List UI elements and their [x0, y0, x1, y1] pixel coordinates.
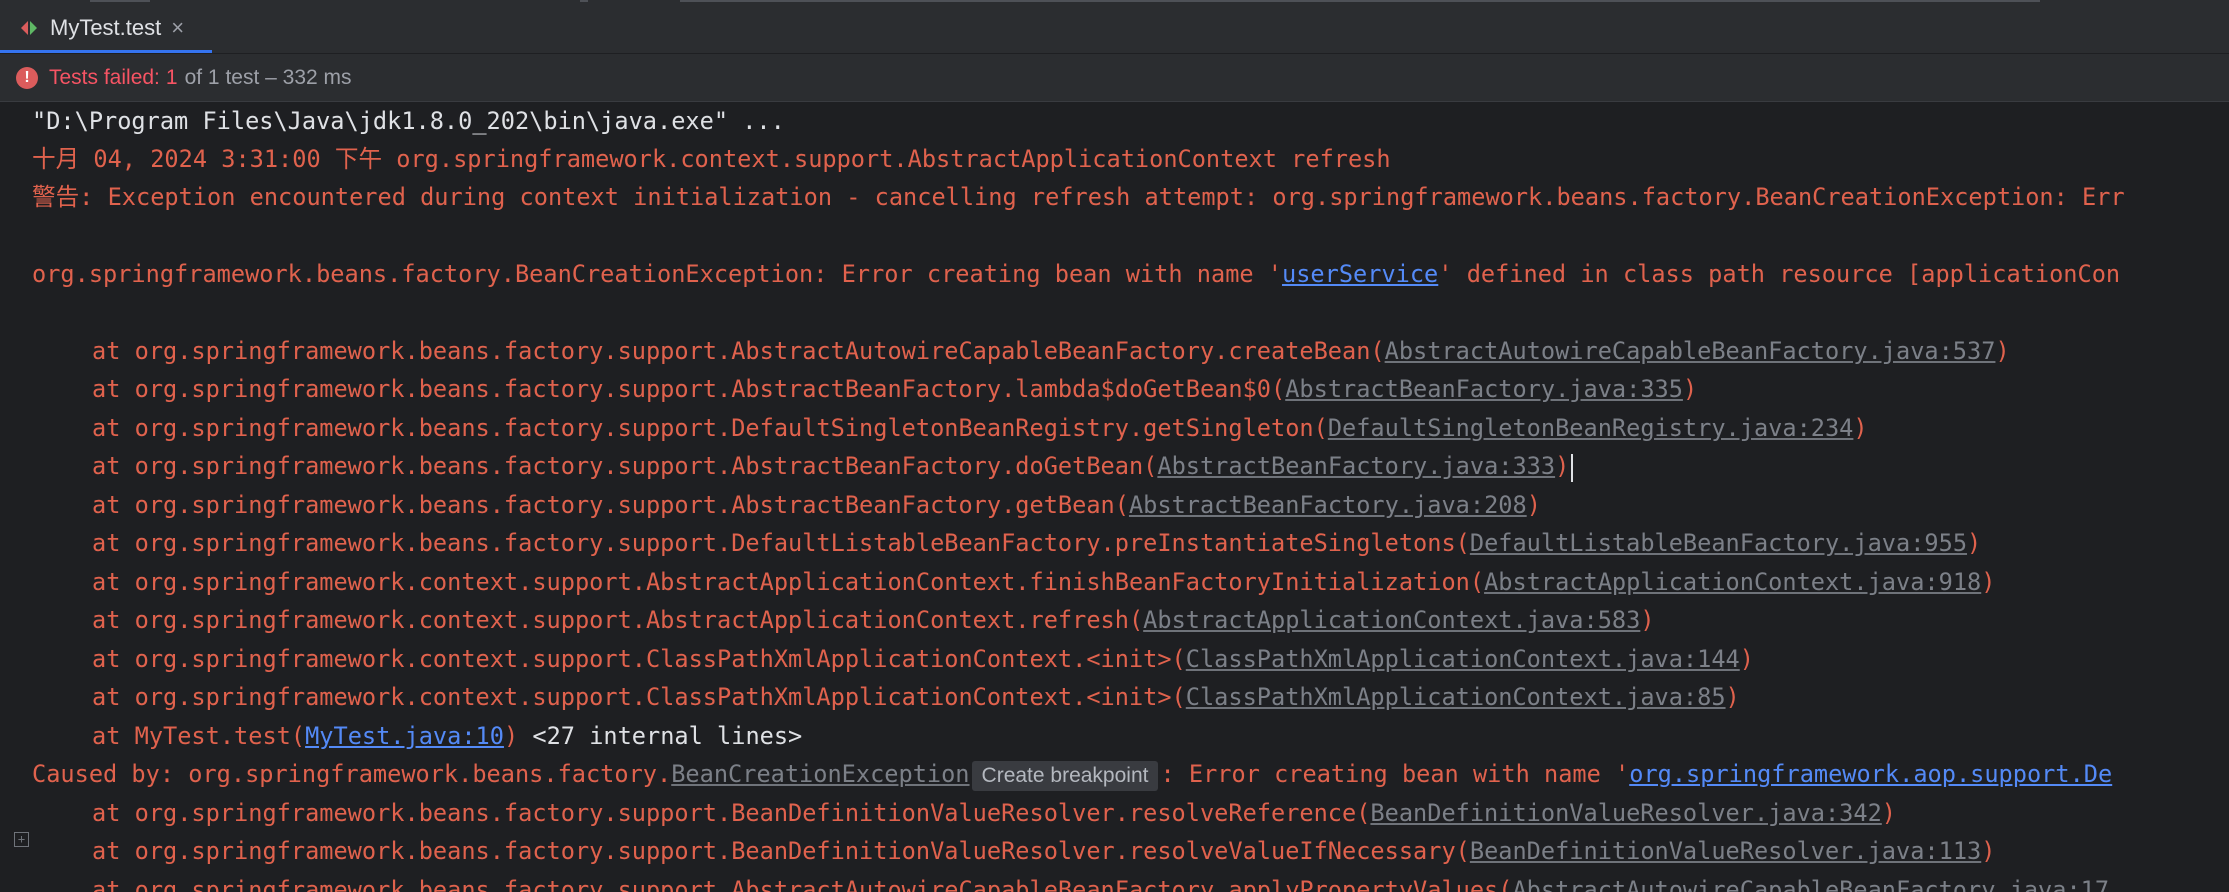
test-status-bar: ! Tests failed: 1 of 1 test – 332 ms	[0, 54, 2229, 102]
top-strip-mark	[580, 0, 588, 2]
tests-summary: of 1 test – 332 ms	[184, 65, 352, 89]
console-output[interactable]: "D:\Program Files\Java\jdk1.8.0_202\bin\…	[0, 102, 2229, 892]
error-icon: !	[16, 66, 38, 89]
tests-failed-count: 1	[165, 65, 178, 89]
frame-text: at MyTest.test(	[92, 722, 306, 750]
stack-frame: at org.springframework.beans.factory.sup…	[32, 832, 1995, 870]
source-link[interactable]: AbstractBeanFactory.java:208	[1129, 491, 1527, 519]
stack-frame: at org.springframework.beans.factory.sup…	[32, 524, 1981, 562]
frame-text: at org.springframework.context.support.C…	[92, 645, 1186, 673]
bean-name-link[interactable]: userService	[1282, 260, 1438, 288]
source-link[interactable]: DefaultSingletonBeanRegistry.java:234	[1328, 414, 1854, 442]
stack-frame: at org.springframework.context.support.C…	[32, 678, 1740, 716]
frame-text: )	[1526, 491, 1541, 519]
frame-text: at org.springframework.beans.factory.sup…	[92, 529, 1470, 557]
frame-text: at org.springframework.beans.factory.sup…	[92, 799, 1371, 827]
source-link[interactable]: BeanDefinitionValueResolver.java:113	[1470, 837, 1981, 865]
frame-text: at org.springframework.beans.factory.sup…	[92, 337, 1385, 365]
source-link[interactable]: AbstractAutowireCapableBeanFactory.java:…	[1512, 876, 2109, 892]
frame-text: )	[1995, 337, 2010, 365]
frame-text: )	[1725, 683, 1740, 711]
stack-frame: at org.springframework.context.support.A…	[32, 563, 1995, 601]
frame-text: at org.springframework.beans.factory.sup…	[92, 375, 1286, 403]
caused-by-text: Caused by: org.springframework.beans.fac…	[32, 760, 672, 788]
test-run-icon	[18, 17, 40, 39]
exception-class-link[interactable]: BeanCreationException	[671, 760, 969, 788]
frame-text: at org.springframework.beans.factory.sup…	[92, 491, 1129, 519]
internal-lines-fold[interactable]: <27 internal lines>	[518, 722, 802, 750]
caused-by-text: : Error creating bean with name '	[1160, 760, 1630, 788]
create-breakpoint-tooltip[interactable]: Create breakpoint	[971, 760, 1159, 791]
stack-frame: at org.springframework.beans.factory.sup…	[32, 486, 1541, 524]
stack-frame: at org.springframework.beans.factory.sup…	[32, 447, 1574, 485]
stack-frame: at org.springframework.beans.factory.sup…	[32, 409, 1868, 447]
bean-name-link[interactable]: org.springframework.aop.support.De	[1629, 760, 2112, 788]
exception-text: org.springframework.beans.factory.BeanCr…	[32, 260, 1283, 288]
console-line-warning: 警告: Exception encountered during context…	[32, 183, 2125, 211]
frame-text: at org.springframework.beans.factory.sup…	[92, 837, 1470, 865]
frame-text: )	[1682, 375, 1698, 403]
editor-tab-bar: MyTest.test ×	[0, 5, 2229, 54]
frame-text: )	[503, 722, 519, 750]
frame-text: at org.springframework.context.support.C…	[92, 683, 1186, 711]
console-line-exception: org.springframework.beans.factory.BeanCr…	[32, 255, 2120, 293]
frame-text: )	[1981, 837, 1996, 865]
tab-label: MyTest.test	[50, 14, 162, 40]
console-line-timestamp: 十月 04, 2024 3:31:00 下午 org.springframewo…	[32, 145, 1391, 173]
close-icon[interactable]: ×	[171, 15, 184, 41]
source-link[interactable]: ClassPathXmlApplicationContext.java:144	[1186, 645, 1740, 673]
source-link[interactable]: AbstractAutowireCapableBeanFactory.java:…	[1385, 337, 1996, 365]
frame-text: )	[1967, 529, 1982, 557]
source-link[interactable]: AbstractApplicationContext.java:583	[1143, 606, 1640, 634]
frame-text: )	[1981, 568, 1996, 596]
stack-frame: at org.springframework.context.support.C…	[32, 640, 1754, 678]
tests-failed-label: Tests failed:	[49, 65, 160, 89]
top-strip-mark	[90, 0, 150, 2]
frame-text: at org.springframework.context.support.A…	[92, 606, 1144, 634]
stack-frame: at org.springframework.beans.factory.sup…	[32, 370, 1697, 408]
frame-text: )	[1739, 645, 1754, 673]
mytest-source-link[interactable]: MyTest.java:10	[305, 722, 504, 750]
exception-text: ' defined in class path resource [applic…	[1438, 260, 2121, 288]
frame-text: )	[1555, 452, 1570, 480]
source-link[interactable]: AbstractApplicationContext.java:918	[1484, 568, 1981, 596]
console-line-command: "D:\Program Files\Java\jdk1.8.0_202\bin\…	[32, 107, 785, 135]
frame-text: at org.springframework.beans.factory.sup…	[92, 452, 1158, 480]
stack-frame: at org.springframework.beans.factory.sup…	[32, 871, 2109, 892]
frame-text: )	[1853, 414, 1868, 442]
source-link[interactable]: ClassPathXmlApplicationContext.java:85	[1186, 683, 1726, 711]
source-link[interactable]: BeanDefinitionValueResolver.java:342	[1370, 799, 1881, 827]
expand-fold-icon[interactable]: +	[14, 832, 29, 847]
frame-text: at org.springframework.beans.factory.sup…	[92, 876, 1513, 892]
frame-text: )	[1640, 606, 1655, 634]
frame-text: )	[1881, 799, 1897, 827]
tab-mytest[interactable]: MyTest.test ×	[0, 5, 212, 53]
frame-text: at org.springframework.context.support.A…	[92, 568, 1485, 596]
console-line-caused-by: Caused by: org.springframework.beans.fac…	[32, 755, 2112, 793]
stack-frame: at org.springframework.beans.factory.sup…	[32, 332, 2010, 370]
stack-frame: at org.springframework.context.support.A…	[32, 601, 1655, 639]
source-link[interactable]: AbstractBeanFactory.java:335	[1285, 375, 1683, 403]
source-link[interactable]: AbstractBeanFactory.java:333	[1157, 452, 1555, 480]
stack-frame: at org.springframework.beans.factory.sup…	[32, 794, 1896, 832]
top-strip-mark	[680, 0, 2040, 2]
stack-frame-mytest: at MyTest.test(MyTest.java:10) <27 inter…	[32, 717, 802, 755]
source-link[interactable]: DefaultListableBeanFactory.java:955	[1470, 529, 1967, 557]
frame-text: at org.springframework.beans.factory.sup…	[92, 414, 1328, 442]
text-cursor	[1571, 453, 1574, 482]
